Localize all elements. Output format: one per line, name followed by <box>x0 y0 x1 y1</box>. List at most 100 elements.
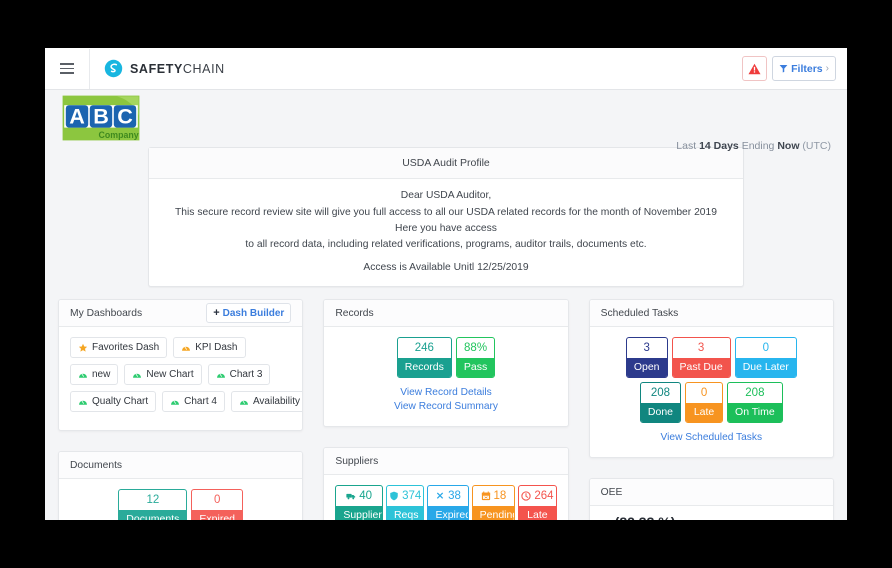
kpi-tile-value: 88% <box>457 338 494 358</box>
kpi-tile[interactable]: 0 Late <box>685 382 724 423</box>
kpi-tile-number: 246 <box>414 342 434 354</box>
kpi-tile[interactable]: 40 Suppliers <box>335 485 383 520</box>
kpi-tile-number: 88% <box>464 342 488 354</box>
dashboard-grid: My Dashboards + Dash Builder Favorites D… <box>45 287 847 520</box>
dashboard-chip-label: New Chart <box>146 369 194 380</box>
kpi-tile-value: 208 <box>641 383 680 403</box>
records-link[interactable]: View Record Details <box>335 386 556 400</box>
gauge-icon <box>239 400 248 405</box>
grid-column-2: Records 246 Records 88% Pass View Record De… <box>323 299 569 520</box>
kpi-tile-label: Pending <box>472 506 514 520</box>
filters-button[interactable]: Filters › <box>772 56 836 81</box>
kpi-tile[interactable]: 0 Expired <box>191 489 244 520</box>
kpi-tile-label: Documents <box>119 510 187 520</box>
profile-line-1: Dear USDA Auditor, <box>400 190 492 201</box>
kpi-tile[interactable]: 3 Past Due <box>671 337 731 378</box>
brand-bold: SAFETY <box>130 61 183 76</box>
view-scheduled-tasks-link[interactable]: View Scheduled Tasks <box>601 431 822 445</box>
documents-header: Documents <box>59 452 303 479</box>
gauge-icon <box>132 370 142 380</box>
dashboard-chip[interactable]: Favorites Dash <box>70 337 168 358</box>
gauge-icon <box>133 373 142 378</box>
hamburger-icon[interactable] <box>45 48 90 89</box>
records-card: Records 246 Records 88% Pass View Record De… <box>323 299 569 427</box>
kpi-tile-number: 3 <box>643 342 650 354</box>
kpi-tile-value: 0 <box>686 383 722 403</box>
oee-header: OEE <box>589 479 833 506</box>
truck-icon <box>346 493 356 500</box>
kpi-tile[interactable]: 208 Done <box>639 382 682 423</box>
kpi-tile[interactable]: 0 Due Later <box>734 337 797 378</box>
my-dashboards-card: My Dashboards + Dash Builder Favorites D… <box>58 299 304 431</box>
kpi-tile-label: Due Later <box>735 358 796 377</box>
kpi-tile-value: 3 <box>627 338 667 358</box>
dashboard-chip[interactable]: new <box>70 364 119 385</box>
suppliers-tiles: 40 Suppliers 374 Reqs 38 Expired 18 Pending 264 L… <box>335 485 557 520</box>
dashboard-chip[interactable]: New Chart <box>124 364 202 385</box>
brand-light: CHAIN <box>182 61 225 76</box>
daterange-now: Now <box>777 140 800 152</box>
daterange-timezone: (UTC) <box>802 140 831 152</box>
records-link[interactable]: View Record Summary <box>335 400 556 414</box>
oee-overall-percent: (82.33 %) <box>601 510 822 520</box>
svg-text:Company: Company <box>99 130 139 140</box>
scheduled-tasks-body: 3 Open 3 Past Due 0 Due Later 208 Done 0 Late 208… <box>590 327 833 457</box>
kpi-tile[interactable]: 3 Open <box>625 337 668 378</box>
kpi-tile[interactable]: 38 Expired <box>427 485 469 520</box>
kpi-tile-value: 40 <box>336 486 382 506</box>
truck-icon <box>346 491 356 501</box>
star-icon <box>78 343 88 353</box>
abc-company-logo-icon: A B C Company <box>62 95 140 141</box>
dashboard-chip[interactable]: Chart 3 <box>207 364 271 385</box>
shield-icon <box>390 491 398 501</box>
documents-body: 12 Documents 0 Expired <box>59 479 302 520</box>
chevron-right-icon: › <box>825 63 829 74</box>
gauge-icon <box>78 370 88 380</box>
kpi-tile-number: 12 <box>146 494 160 506</box>
kpi-tile[interactable]: 246 Records <box>396 337 452 378</box>
clock-icon <box>521 491 531 501</box>
suppliers-title: Suppliers <box>335 455 379 467</box>
my-dashboards-header: My Dashboards + Dash Builder <box>59 300 303 327</box>
suppliers-card: Suppliers 40 Suppliers 374 Reqs 38 Expired 18 P… <box>323 447 569 520</box>
kpi-tile-value: 246 <box>398 338 451 358</box>
gauge-icon <box>239 397 249 407</box>
dashboard-chip[interactable]: KPI Dash <box>173 337 246 358</box>
records-header: Records <box>324 300 568 327</box>
kpi-tile[interactable]: 264 Late <box>518 485 557 520</box>
svg-text:B: B <box>93 104 109 129</box>
filter-icon <box>779 64 788 73</box>
my-dashboards-body: Favorites Dash KPI Dash new New Chart Chart … <box>59 327 303 430</box>
scheduled-tasks-card: Scheduled Tasks 3 Open 3 Past Due 0 Due Later… <box>588 299 834 458</box>
kpi-tile[interactable]: 12 Documents <box>118 489 188 520</box>
brand-logo[interactable]: SAFETYCHAIN <box>90 59 225 78</box>
daterange-mid: Ending <box>741 140 775 152</box>
kpi-tile[interactable]: 374 Reqs <box>385 485 425 520</box>
dash-builder-button[interactable]: + Dash Builder <box>206 303 292 323</box>
calendar-icon <box>481 491 491 501</box>
date-range-label[interactable]: Last 14 Days Ending Now (UTC) <box>676 140 831 152</box>
kpi-tile-number: 3 <box>697 342 705 354</box>
dashboard-chip[interactable]: Chart 4 <box>162 391 225 412</box>
dashboard-chip[interactable]: Qualty Chart <box>70 391 157 412</box>
oee-title: OEE <box>600 486 623 498</box>
gauge-icon <box>181 343 191 353</box>
kpi-tile[interactable]: 88% Pass <box>455 337 496 378</box>
grid-column-3: Scheduled Tasks 3 Open 3 Past Due 0 Due Later… <box>588 299 834 520</box>
kpi-tile-label: Suppliers <box>336 506 382 520</box>
scheduled-tasks-row-1: 3 Open 3 Past Due 0 Due Later <box>625 337 797 378</box>
my-dashboards-title: My Dashboards <box>70 307 143 319</box>
svg-text:A: A <box>69 104 85 129</box>
dashboard-chip[interactable]: Availability <box>230 391 303 412</box>
dashboard-chip-label: Chart 4 <box>184 396 217 407</box>
profile-line-3: to all record data, including related ve… <box>245 239 647 250</box>
gauge-icon <box>79 400 87 405</box>
dashboard-chip-label: Chart 3 <box>229 369 263 380</box>
kpi-tile[interactable]: 208 On Time <box>727 382 783 423</box>
documents-title: Documents <box>70 459 123 471</box>
profile-line-2: This secure record review site will give… <box>175 207 717 234</box>
alert-triangle-icon[interactable] <box>742 56 768 81</box>
kpi-tile[interactable]: 18 Pending <box>471 485 516 520</box>
profile-line-4: Access is Available Unitl 12/25/2019 <box>363 262 529 273</box>
filters-label: Filters <box>791 62 823 75</box>
